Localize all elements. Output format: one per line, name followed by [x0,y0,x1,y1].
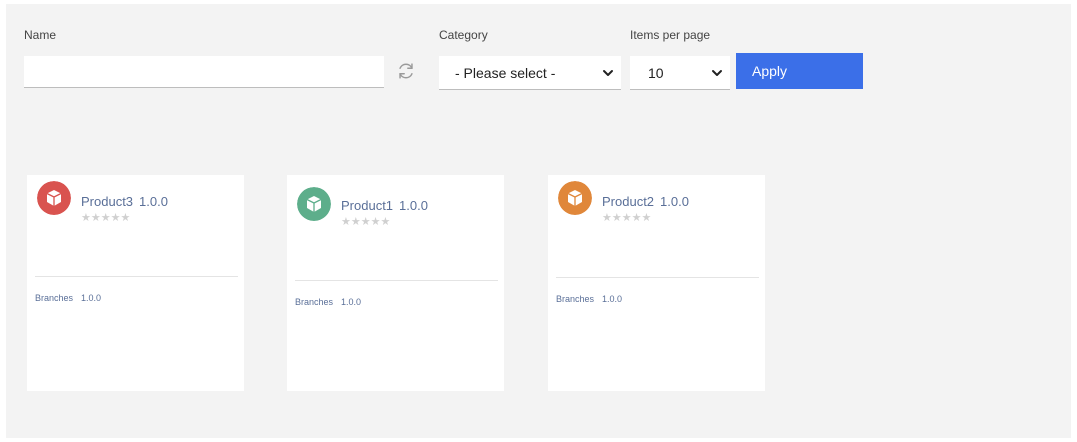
branches-row: Branches 1.0.0 [35,293,101,303]
category-label: Category [439,28,488,42]
star-rating: ★★★★★ [341,216,391,228]
page-frame: Name Category - Please select - Items pe… [6,4,1071,438]
branches-row: Branches 1.0.0 [556,294,622,304]
package-icon [558,181,592,215]
card-divider [35,276,238,277]
name-input[interactable] [24,56,384,88]
apply-button[interactable]: Apply [736,53,863,89]
product-card[interactable]: Product2 1.0.0 ★★★★★ Branches 1.0.0 [548,175,765,391]
category-select[interactable]: - Please select - [439,56,621,90]
star-rating: ★★★★★ [81,212,131,224]
product-name[interactable]: Product1 1.0.0 [341,198,428,213]
items-per-page-select[interactable]: 10 [630,56,730,90]
card-divider [556,277,759,278]
branches-label: Branches [295,297,334,307]
chevron-down-icon [603,69,613,76]
category-selected-value: - Please select - [455,64,556,81]
package-icon [297,187,331,221]
product-title: Product2 [602,194,655,209]
branch-version: 1.0.0 [81,293,102,303]
branch-version: 1.0.0 [341,297,362,307]
product-title: Product3 [81,194,134,209]
branches-label: Branches [35,293,74,303]
name-label: Name [24,28,57,42]
branches-row: Branches 1.0.0 [295,297,361,307]
product-version: 1.0.0 [660,194,689,209]
chevron-down-icon [712,69,722,76]
product-name[interactable]: Product3 1.0.0 [81,194,168,209]
package-icon [37,181,71,215]
product-name[interactable]: Product2 1.0.0 [602,194,689,209]
product-card[interactable]: Product1 1.0.0 ★★★★★ Branches 1.0.0 [287,175,504,391]
star-rating: ★★★★★ [602,212,652,224]
product-card[interactable]: Product3 1.0.0 ★★★★★ Branches 1.0.0 [27,175,244,391]
items-per-page-selected-value: 10 [648,64,664,81]
product-version: 1.0.0 [399,198,428,213]
card-divider [295,280,498,281]
items-per-page-label: Items per page [630,28,711,42]
branches-label: Branches [556,294,595,304]
product-title: Product1 [341,198,394,213]
refresh-icon[interactable] [395,60,417,82]
product-version: 1.0.0 [139,194,168,209]
branch-version: 1.0.0 [602,294,623,304]
